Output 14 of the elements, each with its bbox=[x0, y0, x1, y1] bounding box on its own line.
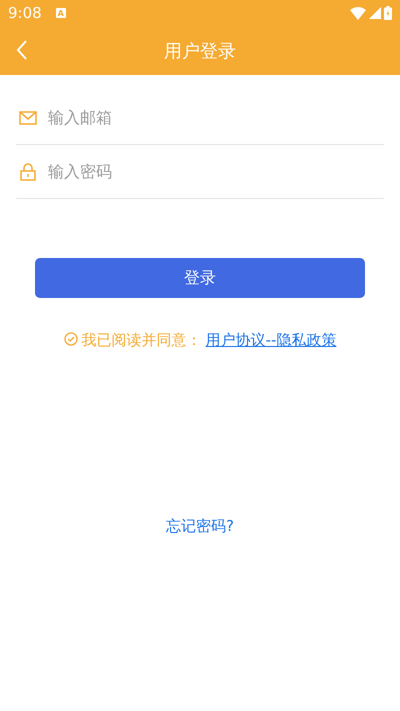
signal-icon bbox=[369, 7, 381, 19]
envelope-icon bbox=[19, 110, 37, 124]
agreement-text: 我已阅读并同意： bbox=[82, 331, 202, 350]
page-title: 用户登录 bbox=[164, 40, 236, 62]
lock-icon bbox=[20, 162, 36, 180]
battery-icon bbox=[384, 6, 392, 20]
status-time: 9:08 bbox=[8, 4, 42, 22]
login-button[interactable]: 登录 bbox=[35, 258, 365, 298]
forgot-password-link[interactable]: 忘记密码? bbox=[166, 517, 234, 536]
notification-icon: A bbox=[56, 8, 66, 18]
check-circle-icon[interactable] bbox=[64, 332, 78, 346]
wifi-icon bbox=[350, 6, 366, 20]
back-icon[interactable] bbox=[16, 40, 28, 60]
agreement-link[interactable]: 用户协议--隐私政策 bbox=[206, 331, 336, 350]
